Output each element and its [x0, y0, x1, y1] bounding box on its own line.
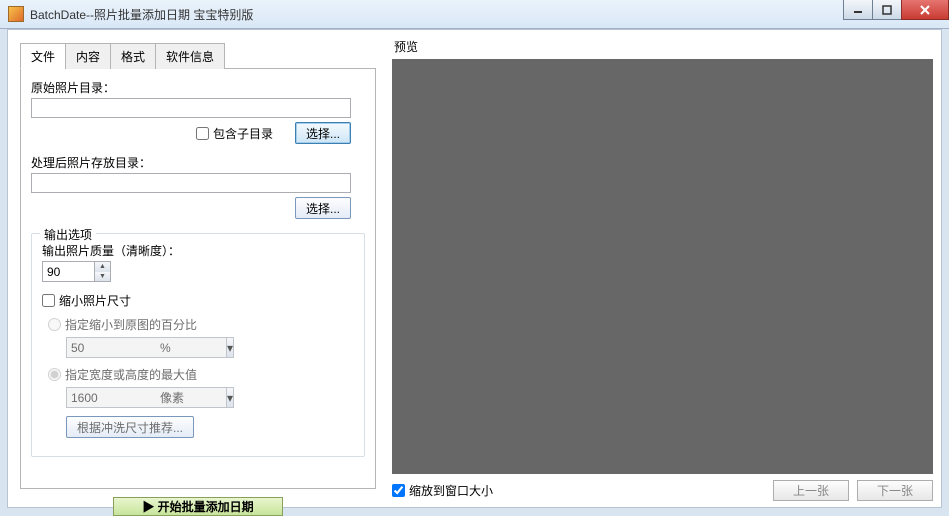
- maxdim-unit: 像素: [160, 389, 184, 406]
- source-dir-input[interactable]: [31, 98, 351, 118]
- percent-combo[interactable]: ▾: [66, 337, 154, 358]
- choose-dest-button[interactable]: 选择...: [295, 197, 351, 219]
- percent-unit: %: [160, 341, 171, 355]
- recommend-size-button[interactable]: 根据冲洗尺寸推荐...: [66, 416, 194, 438]
- titlebar: BatchDate--照片批量添加日期 宝宝特别版: [0, 0, 949, 29]
- output-options-group: 输出选项 输出照片质量（清晰度）： ▲▼ 缩小照片尺寸 指定缩小到原图的百分比: [31, 233, 365, 457]
- shrink-checkbox[interactable]: 缩小照片尺寸: [42, 292, 131, 309]
- quality-label: 输出照片质量（清晰度）：: [42, 242, 354, 259]
- tab-file[interactable]: 文件: [20, 43, 66, 69]
- preview-footer: 缩放到窗口大小 上一张 下一张: [392, 480, 933, 501]
- tab-bar: 文件 内容 格式 软件信息: [20, 42, 376, 69]
- tab-about[interactable]: 软件信息: [155, 43, 225, 69]
- left-pane: 文件 内容 格式 软件信息 原始照片目录： 包含子目录 选择... 处理后照片存…: [8, 30, 388, 507]
- shrink-maxdim-label: 指定宽度或高度的最大值: [65, 366, 197, 383]
- shrink-percent-label: 指定缩小到原图的百分比: [65, 316, 197, 333]
- preview-title: 预览: [394, 38, 933, 55]
- include-subdirs-label: 包含子目录: [213, 125, 273, 142]
- shrink-label: 缩小照片尺寸: [59, 292, 131, 309]
- chevron-down-icon[interactable]: ▾: [226, 337, 234, 358]
- output-options-title: 输出选项: [40, 226, 96, 243]
- tab-content[interactable]: 内容: [65, 43, 111, 69]
- next-image-button[interactable]: 下一张: [857, 480, 933, 501]
- source-dir-label: 原始照片目录：: [31, 79, 365, 96]
- quality-down-icon[interactable]: ▼: [95, 272, 110, 282]
- minimize-button[interactable]: [843, 0, 873, 20]
- fit-window-label: 缩放到窗口大小: [409, 482, 493, 499]
- preview-area: [392, 59, 933, 474]
- client-area: 文件 内容 格式 软件信息 原始照片目录： 包含子目录 选择... 处理后照片存…: [7, 29, 942, 508]
- close-button[interactable]: [901, 0, 949, 20]
- right-pane: 预览 缩放到窗口大小 上一张 下一张: [388, 30, 941, 507]
- fit-window-checkbox[interactable]: 缩放到窗口大小: [392, 482, 493, 499]
- window-title: BatchDate--照片批量添加日期 宝宝特别版: [30, 6, 253, 23]
- tab-body-file: 原始照片目录： 包含子目录 选择... 处理后照片存放目录： 选择... 输出选…: [20, 69, 376, 489]
- dest-dir-label: 处理后照片存放目录：: [31, 154, 365, 171]
- quality-up-icon[interactable]: ▲: [95, 262, 110, 272]
- start-button[interactable]: ▶ 开始批量添加日期: [113, 497, 283, 516]
- maxdim-combo[interactable]: ▾: [66, 387, 154, 408]
- app-icon: [8, 6, 24, 22]
- chevron-down-icon[interactable]: ▾: [226, 387, 234, 408]
- percent-input[interactable]: [66, 337, 226, 358]
- prev-image-button[interactable]: 上一张: [773, 480, 849, 501]
- maximize-button[interactable]: [872, 0, 902, 20]
- maxdim-input[interactable]: [66, 387, 226, 408]
- dest-dir-input[interactable]: [31, 173, 351, 193]
- tab-format[interactable]: 格式: [110, 43, 156, 69]
- quality-input[interactable]: [42, 261, 94, 282]
- window-controls: [844, 0, 949, 20]
- choose-source-button[interactable]: 选择...: [295, 122, 351, 144]
- include-subdirs-checkbox[interactable]: 包含子目录: [196, 125, 273, 142]
- quality-stepper[interactable]: ▲▼: [42, 261, 112, 282]
- shrink-percent-radio[interactable]: [48, 318, 61, 331]
- shrink-maxdim-radio[interactable]: [48, 368, 61, 381]
